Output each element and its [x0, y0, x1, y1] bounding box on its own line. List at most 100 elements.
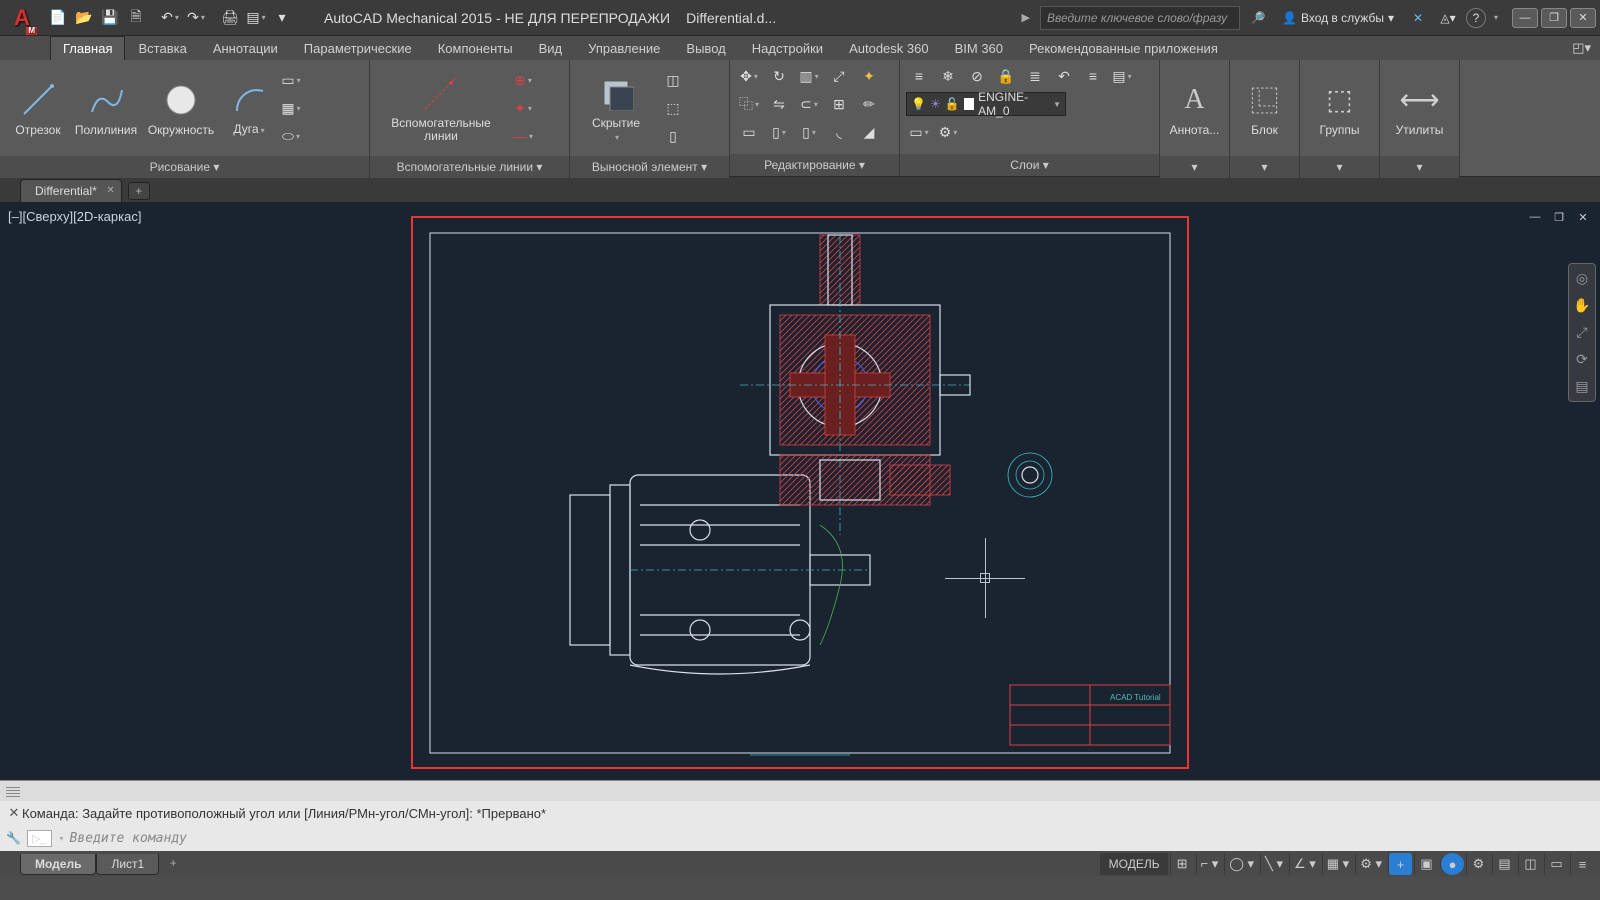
hardware-accel-icon[interactable]: ▤	[1492, 853, 1516, 875]
cline-circle-icon[interactable]: ⊕▾	[510, 68, 536, 92]
layer-state-icon[interactable]: ▤▾	[1109, 64, 1135, 88]
cmd-close-icon[interactable]: ✕	[6, 805, 22, 821]
construction-button[interactable]: Вспомогательные линии	[376, 64, 506, 152]
tab-insert[interactable]: Вставка	[125, 36, 199, 60]
lineweight-icon[interactable]: ⚙ ▾	[1355, 853, 1386, 875]
copy-icon[interactable]: ⿻▾	[736, 92, 762, 116]
groups-button[interactable]: ⬚Группы	[1306, 64, 1373, 152]
cmd-customize-icon[interactable]: 🔧	[6, 831, 21, 845]
layer-prop-icon[interactable]: ▭▾	[906, 120, 932, 144]
arc-button[interactable]: Дуга▾	[224, 64, 274, 152]
panel-draw-title[interactable]: Рисование ▾	[0, 156, 369, 178]
selection-cycling-icon[interactable]: ▣	[1414, 853, 1438, 875]
panel-construction-title[interactable]: Вспомогательные линии ▾	[370, 156, 569, 178]
exchange-icon[interactable]: ✕	[1406, 6, 1430, 30]
tab-output[interactable]: Вывод	[673, 36, 738, 60]
snap-icon[interactable]: ⌐ ▾	[1196, 853, 1223, 875]
layer-match-icon[interactable]: ≣	[1022, 64, 1048, 88]
layer-dropdown[interactable]: 💡 ☀ 🔓 ENGINE-AM_0 ▼	[906, 92, 1066, 116]
qat-more-icon[interactable]: ▾	[270, 6, 294, 30]
panel-detail-title[interactable]: Выносной элемент ▾	[570, 156, 729, 178]
offset-icon[interactable]: ⊂▾	[796, 92, 822, 116]
vp-minimize-icon[interactable]: —	[1526, 209, 1544, 225]
model-tab[interactable]: Модель	[20, 854, 96, 875]
scale-icon[interactable]: ⤢	[826, 64, 852, 88]
grid-icon[interactable]: ⊞	[1170, 853, 1194, 875]
model-space-button[interactable]: МОДЕЛЬ	[1100, 853, 1168, 875]
qat-new-icon[interactable]: 📄	[46, 6, 70, 30]
layer-tools-icon[interactable]: ⚙▾	[935, 120, 961, 144]
nav-showmotion-icon[interactable]: ▤	[1575, 378, 1588, 395]
panel-layers-title[interactable]: Слои ▾	[900, 154, 1159, 176]
tab-addins[interactable]: Надстройки	[739, 36, 836, 60]
cmd-grip-icon[interactable]	[6, 785, 20, 797]
tab-manage[interactable]: Управление	[575, 36, 673, 60]
mirror2-icon[interactable]: ⇋	[766, 92, 792, 116]
tab-featured[interactable]: Рекомендованные приложения	[1016, 36, 1231, 60]
chamfer-icon[interactable]: ◢	[856, 120, 882, 144]
doc-tab-add[interactable]: +	[128, 182, 150, 200]
tab-components[interactable]: Компоненты	[425, 36, 526, 60]
help-icon[interactable]: ?	[1466, 8, 1486, 28]
restore-button[interactable]: ❐	[1541, 8, 1567, 28]
extend-icon[interactable]: ▯▾	[796, 120, 822, 144]
detail-view-icon[interactable]: ◫	[660, 68, 686, 92]
hide-button[interactable]: Скрытие▾	[576, 64, 656, 152]
move-icon[interactable]: ✥▾	[736, 64, 762, 88]
dyn-input-icon[interactable]: +	[1388, 853, 1412, 875]
section-icon[interactable]: ⬚	[660, 96, 686, 120]
polyline-button[interactable]: Полилиния	[74, 64, 138, 152]
layer-walk-icon[interactable]: ≡	[1080, 64, 1106, 88]
qat-undo-icon[interactable]: ↶▾	[158, 6, 182, 30]
ortho-icon[interactable]: ◯ ▾	[1224, 853, 1258, 875]
doc-tab-active[interactable]: Differential*✕	[20, 179, 122, 202]
search-input[interactable]: Введите ключевое слово/фразу	[1040, 6, 1240, 30]
rotate-icon[interactable]: ↻	[766, 64, 792, 88]
qat-saveas-icon[interactable]: 🗎	[124, 6, 148, 30]
tab-home[interactable]: Главная	[50, 36, 125, 60]
powertools-icon[interactable]: ✦	[856, 64, 882, 88]
nav-wheel-icon[interactable]: ◎	[1576, 270, 1588, 287]
layer-freeze-icon[interactable]: ❄	[935, 64, 961, 88]
panel-groups-title[interactable]: ▾	[1300, 156, 1379, 178]
tab-bim360[interactable]: BIM 360	[942, 36, 1016, 60]
otrack-icon[interactable]: ▦ ▾	[1322, 853, 1353, 875]
qat-redo-icon[interactable]: ↷▾	[184, 6, 208, 30]
qat-plot-icon[interactable]: 🖨	[218, 6, 242, 30]
viewport-label[interactable]: [–][Сверху][2D-каркас]	[8, 209, 141, 224]
qat-preview-icon[interactable]: ▤▾	[244, 6, 268, 30]
infocenter-icon[interactable]: 🔎	[1246, 6, 1270, 30]
panel-annotation-title[interactable]: ▾	[1160, 156, 1229, 178]
stretch-icon[interactable]: ▭	[736, 120, 762, 144]
layer-iso-icon[interactable]: ≡	[906, 64, 932, 88]
circle-button[interactable]: Окружность	[142, 64, 220, 152]
annotation-monitor-icon[interactable]: ●	[1440, 853, 1464, 875]
layout-tab-1[interactable]: Лист1	[96, 854, 159, 875]
panel-modify-title[interactable]: Редактирование ▾	[730, 154, 899, 176]
vp-maximize-icon[interactable]: ❐	[1550, 209, 1568, 225]
array-icon[interactable]: ⊞	[826, 92, 852, 116]
rectangle-icon[interactable]: ▭▾	[278, 68, 304, 92]
nav-pan-icon[interactable]: ✋	[1573, 297, 1590, 314]
trim-icon[interactable]: ▯▾	[766, 120, 792, 144]
fillet-icon[interactable]: ◟	[826, 120, 852, 144]
polar-icon[interactable]: ╲ ▾	[1260, 853, 1287, 875]
line-button[interactable]: Отрезок	[6, 64, 70, 152]
qat-save-icon[interactable]: 💾	[98, 6, 122, 30]
block-button[interactable]: ⿺Блок	[1236, 64, 1293, 152]
vp-close-icon[interactable]: ✕	[1574, 209, 1592, 225]
break-icon[interactable]: ▯	[660, 124, 686, 148]
panel-block-title[interactable]: ▾	[1230, 156, 1299, 178]
qat-open-icon[interactable]: 📂	[72, 6, 96, 30]
workspace-icon[interactable]: ⚙	[1466, 853, 1490, 875]
drawing-area[interactable]: [–][Сверху][2D-каркас] — ❐ ✕ ◎ ✋ ⤢ ⟳ ▤	[0, 203, 1600, 780]
tab-a360[interactable]: Autodesk 360	[836, 36, 942, 60]
erase-icon[interactable]: ✏	[856, 92, 882, 116]
customize-status-icon[interactable]: ≡	[1570, 853, 1594, 875]
cline-style-icon[interactable]: ✦▾	[510, 96, 536, 120]
text-button[interactable]: AАннота...	[1166, 64, 1223, 152]
close-icon[interactable]: ✕	[106, 185, 114, 196]
tab-view[interactable]: Вид	[526, 36, 576, 60]
layout-add-button[interactable]: +	[163, 854, 183, 872]
close-button[interactable]: ✕	[1570, 8, 1596, 28]
